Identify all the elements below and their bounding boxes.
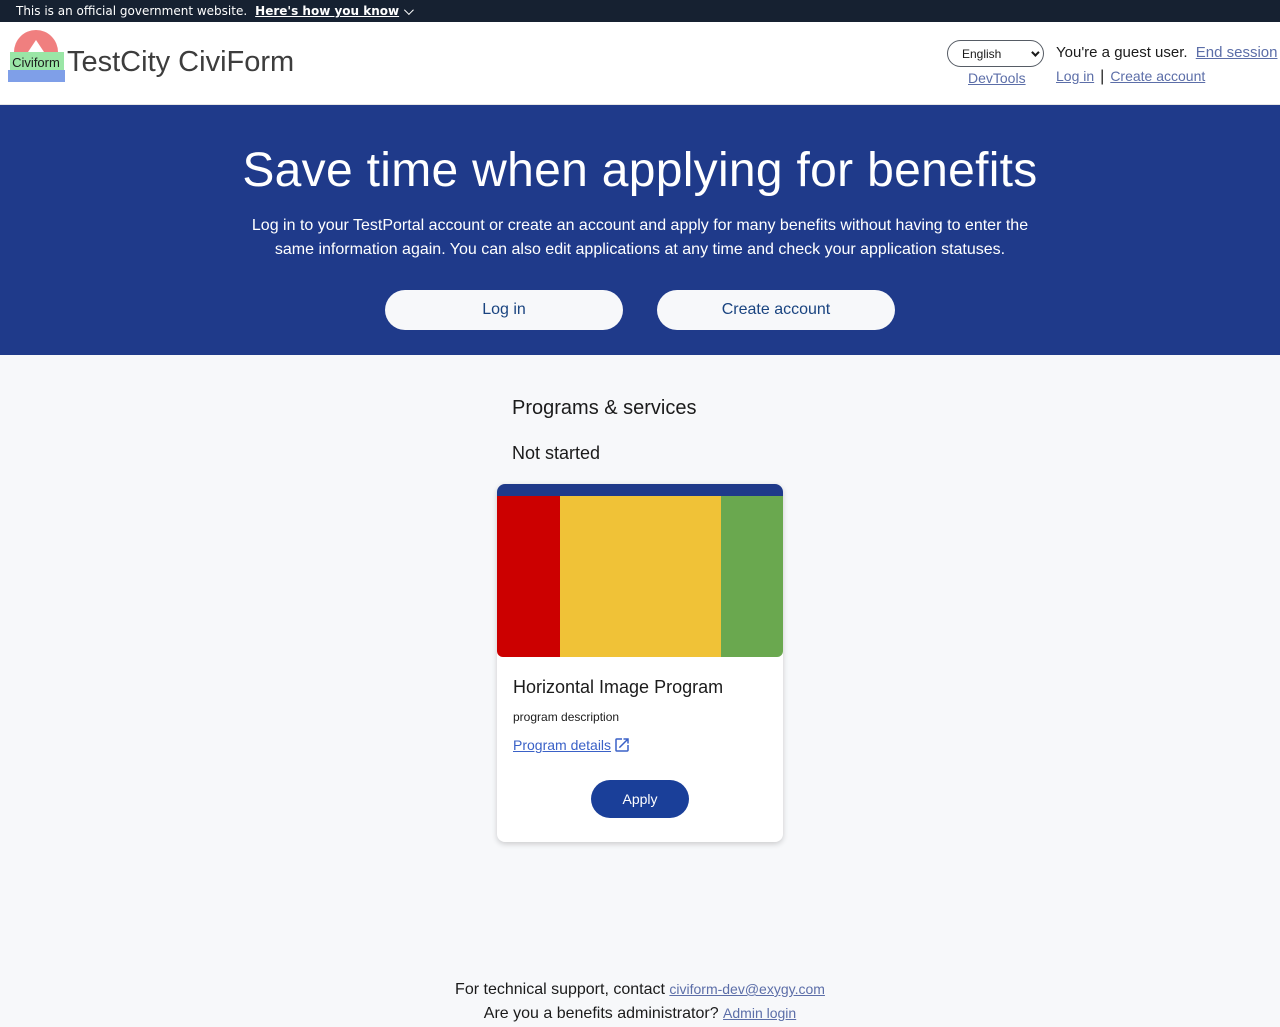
- external-link-icon: [615, 738, 629, 752]
- guest-text: You're a guest user.: [1056, 44, 1188, 61]
- logo-label: Civiform: [12, 55, 60, 70]
- hero-create-account-button[interactable]: Create account: [657, 290, 895, 330]
- card-top-bar: [497, 484, 783, 496]
- guest-status: You're a guest user. End session: [1056, 44, 1277, 61]
- support-text: For technical support, contact: [455, 981, 665, 998]
- civiform-logo[interactable]: Civiform: [8, 30, 65, 82]
- programs-heading: Programs & services: [512, 397, 697, 419]
- program-card: Horizontal Image Program program descrip…: [497, 484, 783, 842]
- hero-banner: Save time when applying for benefits Log…: [0, 105, 1280, 355]
- civiform-logo-icon: Civiform: [8, 30, 65, 82]
- program-details-label: Program details: [513, 737, 612, 753]
- gov-banner-toggle[interactable]: Here's how you know: [255, 4, 414, 18]
- header-create-account-link[interactable]: Create account: [1110, 68, 1205, 84]
- auth-separator: |: [1100, 68, 1105, 85]
- language-select[interactable]: English: [947, 40, 1044, 67]
- site-title: TestCity CiviForm: [67, 46, 295, 78]
- program-name: Horizontal Image Program: [513, 677, 724, 697]
- hero-title: Save time when applying for benefits: [242, 144, 1038, 197]
- support-email-link[interactable]: civiform-dev@exygy.com: [669, 981, 825, 997]
- gov-banner-text: This is an official government website.: [16, 4, 248, 18]
- image-stripe-green: [721, 496, 783, 657]
- hero-description: Log in to your TestPortal account or cre…: [251, 217, 1029, 258]
- apply-button[interactable]: Apply: [591, 780, 689, 818]
- chevron-down-icon: [1031, 47, 1040, 57]
- site-header: Civiform TestCity CiviForm English DevTo…: [0, 22, 1280, 105]
- hero-login-button[interactable]: Log in: [385, 290, 623, 330]
- program-details-link[interactable]: Program details: [513, 736, 631, 754]
- image-stripe-yellow: [560, 496, 721, 657]
- end-session-link[interactable]: End session: [1196, 44, 1278, 61]
- gov-banner-link-label: Here's how you know: [255, 4, 400, 18]
- admin-footer: Are you a benefits administrator? Admin …: [0, 1005, 1280, 1023]
- admin-text: Are you a benefits administrator?: [483, 1005, 719, 1022]
- program-image: [497, 496, 783, 657]
- image-stripe-red: [497, 496, 560, 657]
- program-description: program description: [513, 710, 620, 724]
- not-started-heading: Not started: [512, 443, 601, 463]
- language-value: English: [962, 46, 1002, 61]
- auth-links: Log in | Create account: [1056, 68, 1205, 86]
- admin-login-link[interactable]: Admin login: [723, 1005, 796, 1021]
- devtools-link[interactable]: DevTools: [968, 70, 1026, 86]
- support-footer: For technical support, contact civiform-…: [0, 981, 1280, 999]
- chevron-down-icon: [404, 4, 414, 15]
- header-login-link[interactable]: Log in: [1056, 68, 1094, 84]
- gov-banner: This is an official government website. …: [0, 0, 1280, 22]
